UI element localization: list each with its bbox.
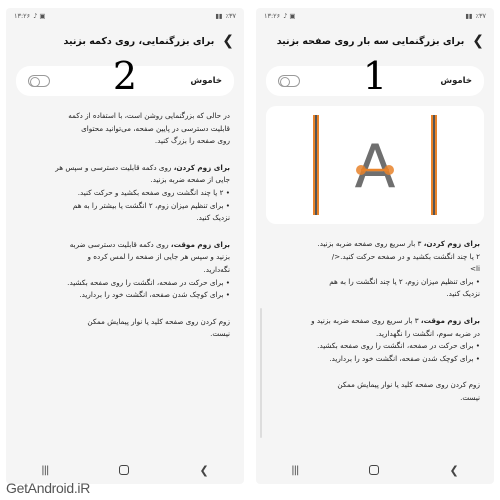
- letter-a-illustration: A: [354, 132, 395, 202]
- navigation-bar: ||| ❮: [256, 456, 494, 484]
- text-line: بزنید و سپس هر جایی از صفحه را لمس کرده …: [87, 252, 230, 262]
- recent-apps-icon[interactable]: |||: [291, 465, 299, 476]
- toggle-switch[interactable]: [28, 75, 50, 87]
- back-nav-icon[interactable]: ❮: [449, 464, 458, 477]
- text-line: li>: [469, 264, 480, 274]
- home-icon[interactable]: [118, 465, 129, 475]
- text-line: • برای تنظیم میزان زوم، ۲ انگشت یا بیشتر…: [72, 200, 230, 210]
- text-line: در حالی که بزرگنمایی روشن است، با استفاد…: [68, 111, 230, 120]
- text-line: در ضربه سوم، انگشت را نگهدارید.: [375, 328, 480, 338]
- instructions: برای زوم کردن، ۳ بار سریع روی صفحه ضربه …: [256, 224, 494, 405]
- text-line: قابلیت دسترسی در پایین صفحه، می‌توانید م…: [81, 123, 230, 133]
- bold-text: برای زوم کردن،: [173, 162, 230, 172]
- text-line: • ۲ یا چند انگشت روی صفحه بکشید و حرکت ک…: [77, 187, 230, 197]
- header: ❯ برای بزرگنمایی، روی دکمه بزنید: [6, 24, 244, 58]
- toggle-row[interactable]: خاموش 1: [266, 54, 484, 98]
- magnification-preview: A: [266, 106, 484, 224]
- notification-icons: ♪ ▣: [283, 12, 296, 20]
- status-bar: ۱۳:۲۶ ♪ ▣ ▮▮ ٪۳۷: [256, 8, 494, 24]
- battery-label: ٪۳۷: [225, 12, 236, 20]
- paragraph: برای زوم موقت، روی دکمه قابلیت دسترسی ضر…: [20, 239, 230, 302]
- page-title: برای بزرگنمایی سه بار روی صفحه بزنید: [276, 35, 465, 47]
- paragraph: برای زوم کردن، ۳ بار سریع روی صفحه ضربه …: [270, 238, 480, 301]
- time-label: ۱۳:۲۶: [264, 12, 281, 20]
- bold-text: برای زوم موقت،: [170, 239, 230, 249]
- paragraph: در حالی که بزرگنمایی روشن است، با استفاد…: [20, 110, 230, 148]
- text-span: روی دکمه قابلیت دسترسی و سپس هر: [55, 162, 174, 172]
- text-line: نزدیک کنید.: [196, 213, 230, 223]
- paragraph: برای زوم کردن، روی دکمه قابلیت دسترسی و …: [20, 162, 230, 225]
- page-title: برای بزرگنمایی، روی دکمه بزنید: [63, 35, 215, 47]
- text-line: برای زوم موقت، روی دکمه قابلیت دسترسی ضر…: [20, 239, 230, 252]
- annotation-number: 1: [362, 54, 388, 98]
- notification-icons: ♪ ▣: [33, 12, 46, 20]
- text-line: برای زوم کردن، ۳ بار سریع روی صفحه ضربه …: [270, 238, 480, 251]
- text-line: • برای حرکت در صفحه، انگشت را روی صفحه ب…: [317, 341, 480, 351]
- settings-screen-button-magnification: ۱۳:۲۶ ♪ ▣ ▮▮ ٪۳۷ ❯ برای بزرگنمایی، روی د…: [6, 8, 244, 484]
- text-line: ۲ یا چند انگشت بکشید و در صفحه حرکت کنید…: [331, 251, 480, 261]
- header: ❯ برای بزرگنمایی سه بار روی صفحه بزنید: [256, 24, 494, 58]
- text-span: روی دکمه قابلیت دسترسی ضربه: [69, 239, 171, 249]
- text-line: نیست.: [460, 392, 480, 402]
- back-arrow-icon[interactable]: ❯: [222, 34, 234, 48]
- scrollbar[interactable]: [260, 308, 262, 438]
- text-line: برای زوم موقت، ۳ بار سریع روی صفحه ضربه …: [270, 315, 480, 328]
- back-arrow-icon[interactable]: ❯: [472, 34, 484, 48]
- status-bar: ۱۳:۲۶ ♪ ▣ ▮▮ ٪۳۷: [6, 8, 244, 24]
- bold-text: برای زوم موقت،: [420, 315, 480, 325]
- text-line: • برای کوچک شدن صفحه، انگشت خود را بردار…: [79, 290, 230, 300]
- text-line: روی صفحه را بزرگ کنید.: [154, 136, 230, 146]
- paragraph: برای زوم موقت، ۳ بار سریع روی صفحه ضربه …: [270, 315, 480, 365]
- battery-label: ٪۳۷: [475, 12, 486, 20]
- home-icon[interactable]: [368, 465, 379, 475]
- settings-screen-triple-tap-magnification: ۱۳:۲۶ ♪ ▣ ▮▮ ٪۳۷ ❯ برای بزرگنمایی سه بار…: [256, 8, 494, 484]
- instructions: در حالی که بزرگنمایی روشن است، با استفاد…: [6, 96, 244, 341]
- paragraph: زوم کردن روی صفحه کلید یا نوار پیمایش مم…: [20, 316, 230, 341]
- recent-apps-icon[interactable]: |||: [41, 465, 49, 476]
- annotation-number: 2: [112, 54, 138, 98]
- text-line: زوم کردن روی صفحه کلید یا نوار پیمایش مم…: [87, 316, 230, 326]
- toggle-switch[interactable]: [278, 75, 300, 87]
- text-line: برای زوم کردن، روی دکمه قابلیت دسترسی و …: [20, 162, 230, 175]
- toggle-label: خاموش: [440, 76, 472, 86]
- text-line: نیست.: [210, 329, 230, 339]
- text-line: • برای کوچک شدن صفحه، انگشت خود را بردار…: [329, 353, 480, 363]
- text-line: زوم کردن روی صفحه کلید یا نوار پیمایش مم…: [337, 380, 480, 390]
- touch-point-right: [384, 165, 394, 175]
- signal-icon: ▮▮: [215, 12, 223, 20]
- toggle-label: خاموش: [190, 76, 222, 86]
- text-line: جایی از صفحه ضربه بزنید.: [150, 175, 230, 185]
- time-label: ۱۳:۲۶: [14, 12, 31, 20]
- text-line: نزدیک کنید.: [446, 289, 480, 299]
- watermark-logo: GetAndroid.iR: [6, 480, 91, 496]
- touch-point-left: [356, 165, 366, 175]
- signal-icon: ▮▮: [465, 12, 473, 20]
- text-line: نگه‌دارید.: [203, 264, 230, 274]
- preview-illustration: A: [313, 115, 437, 215]
- toggle-row[interactable]: خاموش 2: [16, 54, 234, 98]
- text-line: • برای تنظیم میزان زوم، ۲ یا چند انگشت ر…: [329, 276, 480, 286]
- text-span: ۳ بار سریع روی صفحه ضربه بزنید.: [317, 239, 424, 248]
- paragraph: زوم کردن روی صفحه کلید یا نوار پیمایش مم…: [270, 379, 480, 404]
- text-span: ۳ بار سریع روی صفحه ضربه بزنید و: [311, 315, 421, 325]
- text-line: • برای حرکت در صفحه، انگشت را روی صفحه ب…: [67, 277, 230, 287]
- bold-text: برای زوم کردن،: [423, 239, 480, 248]
- back-nav-icon[interactable]: ❮: [199, 464, 208, 477]
